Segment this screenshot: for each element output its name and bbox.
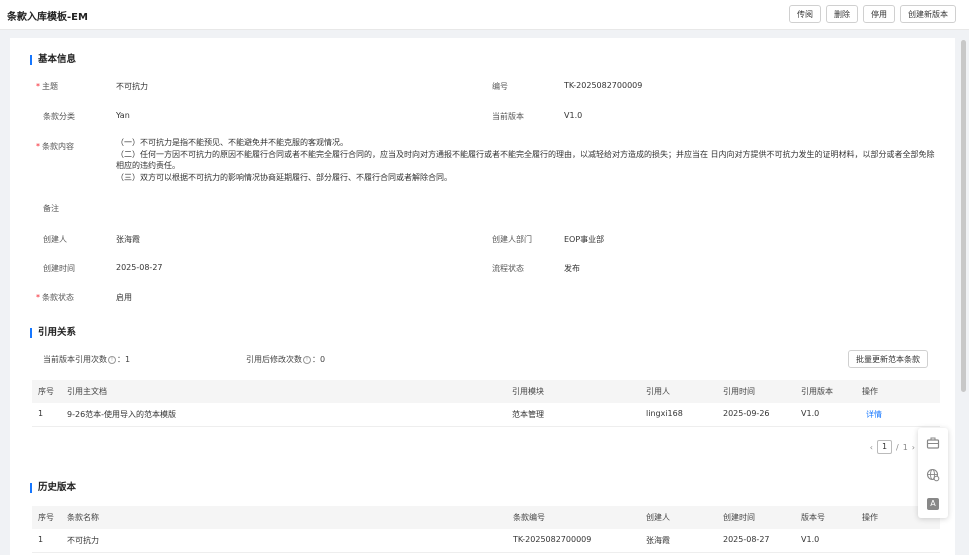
pagination: ‹ 1 / 1 › [870,440,915,454]
table-header: 序号 条款名称 条款编号 创建人 创建时间 版本号 操作 [32,506,940,529]
column-header: 创建时间 [723,513,755,522]
column-header: 引用人 [646,387,670,396]
detail-link[interactable]: 详情 [866,409,882,420]
row-no: 1 [38,409,44,418]
row-no: 1 [38,535,44,544]
created-time-value: 2025-08-27 [116,263,163,272]
column-header: 创建人 [646,513,670,522]
category-value: Yan [116,111,130,120]
row-version: V1.0 [801,535,820,544]
circulate-button[interactable]: 传阅 [789,5,821,23]
content-line-3: （三）双方可以根据不可抗力的影响情况协商延期履行、部分履行、不履行合同或者解除合… [116,172,452,182]
bulk-update-button[interactable]: 批量更新范本条款 [848,350,928,368]
required-mark: * [36,293,40,302]
briefcase-icon[interactable] [926,436,940,450]
section-title-basic: 基本信息 [30,55,76,65]
page-input[interactable]: 1 [877,440,892,454]
section-title-history: 历史版本 [30,483,76,493]
disable-button[interactable]: 停用 [863,5,895,23]
create-version-button[interactable]: 创建新版本 [900,5,956,23]
dept-label: 创建人部门 [492,235,532,244]
top-bar: 条款入库模板-EM 传阅 删除 停用 创建新版本 [0,0,969,30]
content-line-2: （二）任何一方因不可抗力的原因不能履行合同或者不能完全履行合同的，应当及时向对方… [116,149,935,171]
row-time: 2025-09-26 [723,409,770,418]
column-header: 版本号 [801,513,825,522]
flow-status-value: 发布 [564,264,580,273]
modified-count-stat: 引用后修改次数! ：0 [246,355,326,364]
remark-label: 备注 [43,204,59,213]
required-mark: * [36,142,40,151]
creator-label: 创建人 [43,235,67,244]
content-label: * 条款内容 [36,142,74,151]
delete-button[interactable]: 删除 [826,5,858,23]
clause-status-value: 启用 [116,293,132,302]
section-title-refs: 引用关系 [30,328,76,338]
column-header: 引用版本 [801,387,833,396]
column-header: 序号 [38,513,54,522]
dept-value: EOP事业部 [564,235,605,244]
column-header: 条款编号 [513,513,545,522]
row-code: TK-2025082700009 [513,535,592,544]
created-time-label: 创建时间 [43,264,75,273]
subject-value: 不可抗力 [116,82,148,91]
header-actions: 传阅 删除 停用 创建新版本 [789,5,956,23]
row-user: lingxi168 [646,409,683,418]
flow-status-label: 流程状态 [492,264,524,273]
row-creator: 张海霞 [646,536,670,545]
subject-label: * 主题 [36,82,58,91]
row-time: 2025-08-27 [723,535,770,544]
code-label: 编号 [492,82,508,91]
column-header: 操作 [862,513,878,522]
page-title: 条款入库模板-EM [7,12,88,23]
version-value: V1.0 [564,111,583,120]
required-mark: * [36,82,40,91]
next-page-button[interactable]: › [912,443,915,452]
version-label: 当前版本 [492,112,524,121]
info-icon[interactable]: ! [303,355,311,364]
table-row: 1 不可抗力 TK-2025082700009 张海霞 2025-08-27 V… [32,529,940,553]
info-icon[interactable]: ! [108,355,116,364]
main-content: 基本信息 * 主题 不可抗力 编号 TK-2025082700009 条款分类 Y… [10,38,955,555]
content-line-1: （一）不可抗力是指不能预见、不能避免并不能克服的客观情况。 [116,138,348,147]
floating-toolbar: A [918,428,948,518]
column-header: 操作 [862,387,878,396]
table-row: 1 9-26范本-使用导入的范本模版 范本管理 lingxi168 2025-0… [32,403,940,427]
ref-count-stat: 当前版本引用次数! ：1 [43,355,131,364]
category-label: 条款分类 [43,112,75,121]
page-total: 1 [902,442,908,452]
creator-value: 张海霞 [116,235,140,244]
prev-page-button[interactable]: ‹ [870,443,873,452]
column-header: 引用主文档 [67,387,107,396]
clause-content: （一）不可抗力是指不能预见、不能避免并不能克服的客观情况。 （二）任何一方因不可… [116,137,936,183]
table-header: 序号 引用主文档 引用模块 引用人 引用时间 引用版本 操作 [32,380,940,403]
code-value: TK-2025082700009 [564,81,643,90]
translate-icon[interactable]: A [927,498,939,510]
column-header: 引用时间 [723,387,755,396]
scrollbar-thumb[interactable] [961,40,966,392]
row-name: 不可抗力 [67,536,99,545]
column-header: 引用模块 [512,387,544,396]
page-separator: / [896,442,899,452]
row-module: 范本管理 [512,410,544,419]
globe-settings-icon[interactable] [926,468,940,482]
column-header: 序号 [38,387,54,396]
column-header: 条款名称 [67,513,99,522]
row-version: V1.0 [801,409,820,418]
clause-status-label: * 条款状态 [36,293,74,302]
row-doc: 9-26范本-使用导入的范本模版 [67,410,177,419]
